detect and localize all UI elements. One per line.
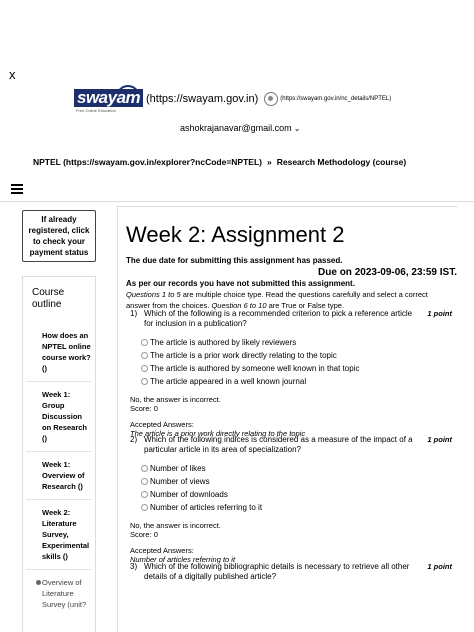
radio-icon bbox=[141, 352, 148, 359]
accepted-answers-label: Accepted Answers: bbox=[130, 546, 194, 555]
question-2: 2) Which of the following indices is con… bbox=[130, 435, 452, 564]
answer-feedback: No, the answer is incorrect. Score: 0 bbox=[130, 395, 452, 413]
swayam-link[interactable]: (https://swayam.gov.in) bbox=[146, 93, 258, 105]
outline-item-how-course-works[interactable]: How does an NPTEL online course work? () bbox=[26, 323, 92, 382]
question-points: 1 point bbox=[427, 435, 452, 444]
option[interactable]: Number of views bbox=[141, 475, 452, 488]
breadcrumb-nptel-link[interactable]: NPTEL (https://swayam.gov.in/explorer?nc… bbox=[33, 157, 262, 167]
option[interactable]: Number of articles referring to it bbox=[141, 501, 452, 514]
option-label: The article appeared in a well known jou… bbox=[150, 377, 307, 386]
option[interactable]: Number of likes bbox=[141, 462, 452, 475]
answer-result: No, the answer is incorrect. bbox=[130, 395, 221, 404]
breadcrumb-separator: » bbox=[267, 157, 272, 167]
question-points: 1 point bbox=[427, 562, 452, 571]
answer-score: Score: 0 bbox=[130, 530, 158, 539]
radio-icon bbox=[141, 339, 148, 346]
nptel-link[interactable]: (https://swayam.gov.in/nc_details/NPTEL) bbox=[264, 92, 391, 106]
option-label: Number of likes bbox=[150, 464, 206, 473]
header-logos: swayam Free Online Education (https://sw… bbox=[72, 84, 391, 114]
breadcrumb: NPTEL (https://swayam.gov.in/explorer?nc… bbox=[33, 157, 406, 167]
option-label: The article is a prior work directly rel… bbox=[150, 351, 337, 360]
swayam-logo[interactable]: swayam Free Online Education bbox=[72, 84, 144, 114]
due-passed-notice: The due date for submitting this assignm… bbox=[126, 256, 343, 265]
nptel-link-text: (https://swayam.gov.in/nc_details/NPTEL) bbox=[280, 96, 392, 102]
radio-icon bbox=[141, 465, 148, 472]
sidebar: If already registered, click to check yo… bbox=[22, 210, 96, 262]
question-1: 1) Which of the following is a recommend… bbox=[130, 309, 452, 438]
chevron-down-icon: ⌄ bbox=[293, 123, 301, 133]
option-label: Number of views bbox=[150, 477, 210, 486]
outline-item-week2-literature-survey[interactable]: Week 2: Literature Survey, Experimental … bbox=[26, 500, 92, 570]
options-list: The article is authored by likely review… bbox=[130, 336, 452, 388]
option[interactable]: The article is authored by likely review… bbox=[141, 336, 452, 349]
option-label: Number of articles referring to it bbox=[150, 503, 263, 512]
question-number: 2) bbox=[130, 435, 138, 444]
divider bbox=[0, 201, 474, 202]
radio-icon bbox=[141, 378, 148, 385]
swayam-logo-tagline: Free Online Education bbox=[76, 108, 116, 113]
question-text: Which of the following is a recommended … bbox=[144, 309, 413, 328]
question-number: 3) bbox=[130, 562, 138, 571]
question-number: 1) bbox=[130, 309, 138, 318]
option-label: The article is authored by likely review… bbox=[150, 338, 297, 347]
bullet-icon bbox=[36, 580, 41, 585]
option[interactable]: Number of downloads bbox=[141, 488, 452, 501]
outline-subitem-overview-literature-survey[interactable]: Overview of Literature Survey (unit? bbox=[26, 570, 92, 616]
question-text: Which of the following bibliographic det… bbox=[144, 562, 410, 581]
outline-subitem-label: Overview of Literature Survey (unit? bbox=[42, 578, 87, 609]
hamburger-line bbox=[11, 184, 23, 186]
radio-icon bbox=[141, 504, 148, 511]
hamburger-line bbox=[11, 192, 23, 194]
accepted-answers-label: Accepted Answers: bbox=[130, 420, 194, 429]
option-label: The article is authored by someone well … bbox=[150, 364, 360, 373]
answer-score: Score: 0 bbox=[130, 404, 158, 413]
answer-feedback: No, the answer is incorrect. Score: 0 bbox=[130, 521, 452, 539]
option[interactable]: The article appeared in a well known jou… bbox=[141, 375, 452, 388]
breadcrumb-course-link[interactable]: Research Methodology (course) bbox=[277, 157, 406, 167]
hamburger-menu-icon[interactable] bbox=[11, 184, 23, 194]
assignment-content: Week 2: Assignment 2 The due date for su… bbox=[117, 206, 457, 632]
options-list: Number of likes Number of views Number o… bbox=[130, 462, 452, 514]
radio-icon bbox=[141, 365, 148, 372]
payment-status-button[interactable]: If already registered, click to check yo… bbox=[22, 210, 96, 262]
radio-icon bbox=[141, 491, 148, 498]
question-3: 3) Which of the following bibliographic … bbox=[130, 562, 452, 582]
option-label: Number of downloads bbox=[150, 490, 228, 499]
submission-status: As per our records you have not submitte… bbox=[126, 279, 355, 288]
course-outline: Course outline How does an NPTEL online … bbox=[22, 276, 96, 632]
question-text: Which of the following indices is consid… bbox=[144, 435, 413, 454]
outline-item-week1-overview[interactable]: Week 1: Overview of Research () bbox=[26, 452, 92, 500]
outline-item-week1-group-discussion[interactable]: Week 1: Group Discussion on Research () bbox=[26, 382, 92, 452]
nptel-logo-icon bbox=[264, 92, 279, 106]
page-title: Week 2: Assignment 2 bbox=[126, 222, 345, 247]
user-menu[interactable]: ashokrajanavar@gmail.com ⌄ bbox=[180, 123, 300, 133]
instructions: Questions 1 to 5 are multiple choice typ… bbox=[126, 290, 428, 310]
due-date: Due on 2023-09-06, 23:59 IST. bbox=[318, 267, 457, 278]
radio-icon bbox=[141, 478, 148, 485]
swayam-logo-text: swayam bbox=[74, 89, 144, 107]
close-button[interactable]: x bbox=[9, 68, 16, 81]
answer-result: No, the answer is incorrect. bbox=[130, 521, 221, 530]
question-points: 1 point bbox=[427, 309, 452, 318]
option[interactable]: The article is authored by someone well … bbox=[141, 362, 452, 375]
user-email: ashokrajanavar@gmail.com bbox=[180, 123, 292, 133]
option[interactable]: The article is a prior work directly rel… bbox=[141, 349, 452, 362]
course-outline-title: Course outline bbox=[32, 287, 65, 310]
hamburger-line bbox=[11, 188, 23, 190]
